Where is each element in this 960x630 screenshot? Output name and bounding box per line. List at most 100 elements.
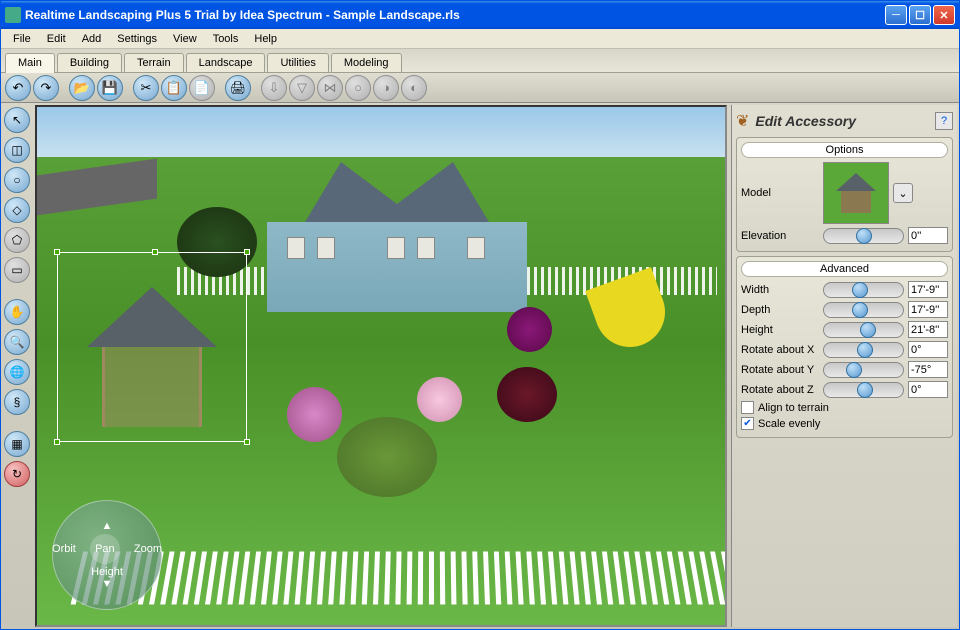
- polygon-tool[interactable]: ⬠: [4, 227, 30, 253]
- scale-checkbox[interactable]: ✔: [741, 417, 754, 430]
- model-thumbnail[interactable]: [823, 162, 889, 224]
- menubar: File Edit Add Settings View Tools Help: [1, 29, 959, 49]
- rotx-slider[interactable]: [823, 342, 904, 358]
- height-slider[interactable]: [823, 322, 904, 338]
- bush-red: [497, 367, 557, 422]
- shape-tool[interactable]: ◇: [4, 197, 30, 223]
- menu-edit[interactable]: Edit: [39, 31, 74, 47]
- nav-pan-button[interactable]: Pan: [90, 534, 120, 564]
- viewport-3d[interactable]: ▲ Orbit Pan Zoom Height ▼: [35, 105, 727, 627]
- menu-help[interactable]: Help: [246, 31, 285, 47]
- depth-label: Depth: [741, 304, 819, 316]
- bush-purple: [507, 307, 552, 352]
- roty-label: Rotate about Y: [741, 364, 819, 376]
- bush-pink: [417, 377, 462, 422]
- nav-height-label[interactable]: Height: [91, 566, 123, 578]
- depth-input[interactable]: [908, 301, 948, 318]
- rotz-label: Rotate about Z: [741, 384, 819, 396]
- maximize-button[interactable]: ☐: [909, 5, 931, 25]
- tool-a-button[interactable]: ⇩: [261, 75, 287, 101]
- menu-file[interactable]: File: [5, 31, 39, 47]
- menu-add[interactable]: Add: [74, 31, 110, 47]
- copy-button[interactable]: 📋: [161, 75, 187, 101]
- cut-button[interactable]: ✂: [133, 75, 159, 101]
- elevation-input[interactable]: [908, 227, 948, 244]
- bush-magenta: [287, 387, 342, 442]
- mirror-button[interactable]: ⋈: [317, 75, 343, 101]
- paste-button[interactable]: 📄: [189, 75, 215, 101]
- roty-input[interactable]: [908, 361, 948, 378]
- tab-landscape[interactable]: Landscape: [186, 53, 266, 72]
- nav-down-icon[interactable]: ▼: [102, 578, 113, 590]
- tab-main[interactable]: Main: [5, 53, 55, 73]
- tool-c-button[interactable]: ○: [345, 75, 371, 101]
- roty-slider[interactable]: [823, 362, 904, 378]
- select-tool[interactable]: ↖: [4, 107, 30, 133]
- minimize-button[interactable]: ─: [885, 5, 907, 25]
- elevation-slider[interactable]: [823, 228, 904, 244]
- nav-zoom-label[interactable]: Zoom: [134, 543, 162, 555]
- print-button[interactable]: 🖨: [225, 75, 251, 101]
- globe-tool[interactable]: 🌐: [4, 359, 30, 385]
- leaf-icon: ❦: [736, 111, 749, 131]
- sky: [37, 107, 725, 157]
- terrain-tool[interactable]: ▦: [4, 431, 30, 457]
- main-toolbar: ↶ ↷ 📂 💾 ✂ 📋 📄 🖨 ⇩ ▽ ⋈ ○ ◑ ◐: [1, 73, 959, 103]
- content-area: ↖ ◫ ○ ◇ ⬠ ▭ ✋ 🔍 🌐 § ▦ ↻: [1, 103, 959, 629]
- redo-button[interactable]: ↷: [33, 75, 59, 101]
- topiary: [337, 417, 437, 497]
- marquee-tool[interactable]: ◫: [4, 137, 30, 163]
- tab-building[interactable]: Building: [57, 53, 122, 72]
- open-button[interactable]: 📂: [69, 75, 95, 101]
- menu-settings[interactable]: Settings: [109, 31, 165, 47]
- titlebar-text: Realtime Landscaping Plus 5 Trial by Ide…: [25, 8, 885, 22]
- pan-tool[interactable]: ✋: [4, 299, 30, 325]
- house: [257, 162, 537, 312]
- rotz-slider[interactable]: [823, 382, 904, 398]
- height-input[interactable]: [908, 321, 948, 338]
- zoom-tool[interactable]: 🔍: [4, 329, 30, 355]
- save-button[interactable]: 💾: [97, 75, 123, 101]
- model-label: Model: [741, 187, 819, 199]
- help-button[interactable]: ?: [935, 112, 953, 130]
- height-label: Height: [741, 324, 819, 336]
- align-label: Align to terrain: [758, 402, 829, 414]
- fence-front: [71, 551, 727, 604]
- app-window: Realtime Landscaping Plus 5 Trial by Ide…: [0, 0, 960, 630]
- circle-tool[interactable]: ○: [4, 167, 30, 193]
- nav-pad[interactable]: ▲ Orbit Pan Zoom Height ▼: [52, 500, 162, 610]
- elevation-label: Elevation: [741, 230, 819, 242]
- rotz-input[interactable]: [908, 381, 948, 398]
- menu-view[interactable]: View: [165, 31, 205, 47]
- tool-e-button[interactable]: ◐: [401, 75, 427, 101]
- tabbar: Main Building Terrain Landscape Utilitie…: [1, 49, 959, 73]
- app-icon: [5, 7, 21, 23]
- nav-up-icon[interactable]: ▲: [102, 520, 113, 532]
- left-toolbar: ↖ ◫ ○ ◇ ⬠ ▭ ✋ 🔍 🌐 § ▦ ↻: [1, 103, 33, 629]
- rotx-input[interactable]: [908, 341, 948, 358]
- model-dropdown-button[interactable]: ⌄: [893, 183, 913, 203]
- orbit-tool[interactable]: §: [4, 389, 30, 415]
- menu-tools[interactable]: Tools: [205, 31, 247, 47]
- width-input[interactable]: [908, 281, 948, 298]
- tab-terrain[interactable]: Terrain: [124, 53, 184, 72]
- align-checkbox[interactable]: [741, 401, 754, 414]
- reset-tool[interactable]: ↻: [4, 461, 30, 487]
- selection-box[interactable]: [57, 252, 247, 442]
- tab-utilities[interactable]: Utilities: [267, 53, 328, 72]
- options-section: Options Model ⌄ Elevation: [736, 137, 953, 252]
- advanced-section: Advanced Width Depth Height Rot: [736, 256, 953, 438]
- width-slider[interactable]: [823, 282, 904, 298]
- undo-button[interactable]: ↶: [5, 75, 31, 101]
- scale-label: Scale evenly: [758, 418, 820, 430]
- options-header: Options: [741, 142, 948, 158]
- nav-orbit-label[interactable]: Orbit: [52, 543, 76, 555]
- rect-tool[interactable]: ▭: [4, 257, 30, 283]
- close-button[interactable]: ✕: [933, 5, 955, 25]
- advanced-header: Advanced: [741, 261, 948, 277]
- tab-modeling[interactable]: Modeling: [331, 53, 402, 72]
- panel-title: Edit Accessory: [755, 113, 929, 129]
- depth-slider[interactable]: [823, 302, 904, 318]
- tool-d-button[interactable]: ◑: [373, 75, 399, 101]
- tool-b-button[interactable]: ▽: [289, 75, 315, 101]
